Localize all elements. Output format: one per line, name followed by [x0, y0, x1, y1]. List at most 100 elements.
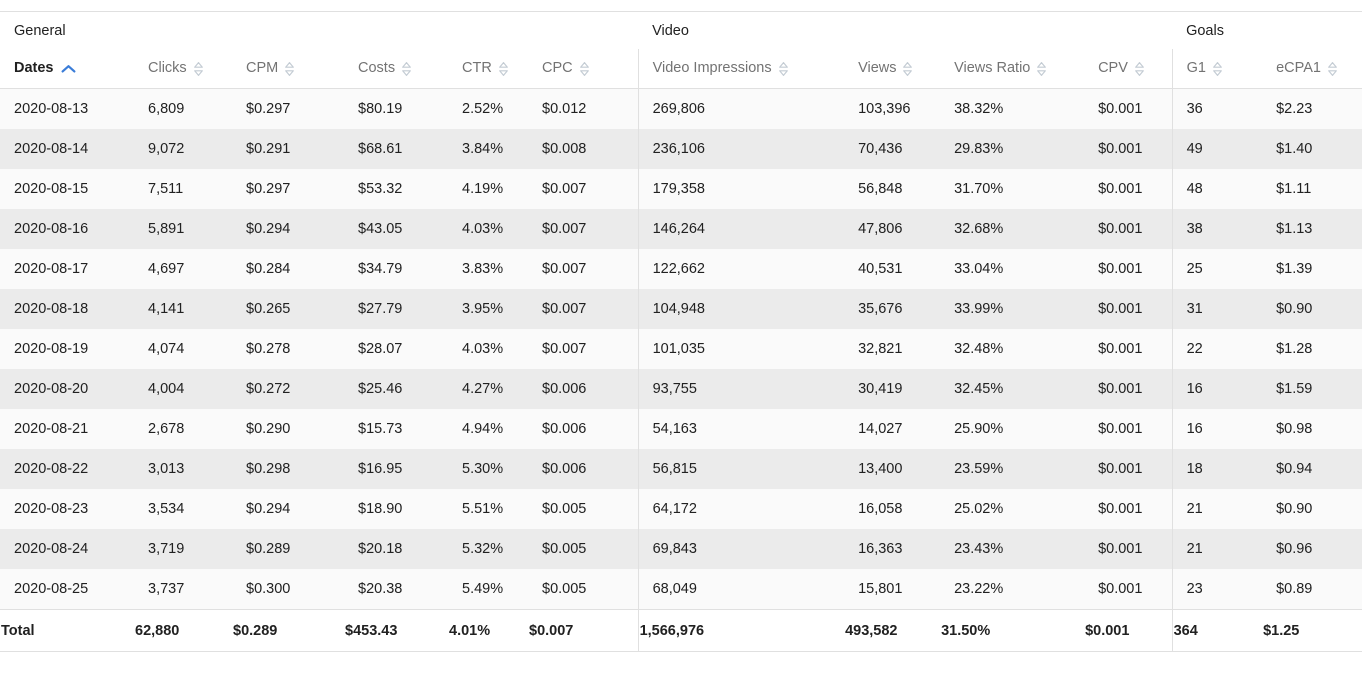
cell-cpm: $0.298 — [232, 449, 344, 489]
cell-ctr: 3.83% — [448, 249, 528, 289]
cell-dates: 2020-08-19 — [0, 329, 134, 369]
cell-clicks: 3,534 — [134, 489, 232, 529]
sort-both-icon[interactable] — [498, 61, 508, 76]
cell-costs: $28.07 — [344, 329, 448, 369]
cell-cpv: $0.001 — [1084, 88, 1173, 129]
sort-both-icon[interactable] — [579, 61, 589, 76]
cell-vimp: 269,806 — [637, 88, 845, 129]
sort-both-icon[interactable] — [285, 61, 295, 76]
cell-ctr: 4.19% — [448, 169, 528, 209]
cell-vimp: 179,358 — [637, 169, 845, 209]
cell-costs: $34.79 — [344, 249, 448, 289]
sort-both-icon[interactable] — [193, 61, 203, 76]
sort-both-icon[interactable] — [1134, 61, 1144, 76]
cell-costs: $16.95 — [344, 449, 448, 489]
cell-costs: $20.38 — [344, 569, 448, 610]
cell-g1: 23 — [1171, 569, 1263, 610]
cell-vratio: 38.32% — [940, 88, 1085, 129]
table-row[interactable]: 2020-08-18 4,141 $0.265 $27.79 3.95% $0.007 10… — [0, 289, 1362, 329]
cell-ecpa1: $1.39 — [1262, 249, 1362, 289]
cell-vimp: 54,163 — [637, 409, 845, 449]
column-header-vratio[interactable]: Views Ratio — [940, 49, 1085, 89]
column-header-row: Dates Clicks CPM Costs CTR CPC Video Impressio… — [0, 49, 1362, 89]
cell-costs: $27.79 — [344, 289, 448, 329]
total-cell-views: 493,582 — [844, 609, 941, 652]
column-header-vimp[interactable]: Video Impressions — [637, 49, 845, 89]
cell-cpv: $0.001 — [1084, 289, 1173, 329]
column-header-g1[interactable]: G1 — [1171, 49, 1263, 89]
table-row[interactable]: 2020-08-23 3,534 $0.294 $18.90 5.51% $0.005 64… — [0, 489, 1362, 529]
table-row[interactable]: 2020-08-16 5,891 $0.294 $43.05 4.03% $0.007 14… — [0, 209, 1362, 249]
cell-ecpa1: $0.89 — [1262, 569, 1362, 610]
cell-cpm: $0.284 — [232, 249, 344, 289]
cell-ecpa1: $0.90 — [1262, 289, 1362, 329]
total-cell-ctr: 4.01% — [448, 609, 528, 652]
column-group-row: General Video Goals — [0, 12, 1362, 49]
total-row: Total 62,880 $0.289 $453.43 4.01% $0.007 1,566… — [0, 609, 1362, 652]
cell-cpm: $0.297 — [232, 88, 344, 129]
cell-cpc: $0.007 — [528, 329, 639, 369]
sort-both-icon[interactable] — [402, 61, 411, 76]
cell-g1: 16 — [1171, 409, 1263, 449]
column-header-views[interactable]: Views — [844, 49, 941, 89]
column-header-ecpa1[interactable]: eCPA1 — [1262, 49, 1362, 89]
cell-views: 15,801 — [844, 569, 941, 610]
column-header-label: CPC — [542, 60, 573, 77]
cell-views: 70,436 — [844, 129, 941, 169]
column-header-dates[interactable]: Dates — [0, 49, 134, 89]
cell-g1: 22 — [1171, 329, 1263, 369]
cell-vratio: 23.43% — [940, 529, 1085, 569]
cell-vimp: 68,049 — [637, 569, 845, 610]
table-row[interactable]: 2020-08-19 4,074 $0.278 $28.07 4.03% $0.007 10… — [0, 329, 1362, 369]
cell-dates: 2020-08-14 — [0, 129, 134, 169]
sort-both-icon[interactable] — [903, 61, 913, 76]
sort-both-icon[interactable] — [1328, 61, 1337, 76]
sort-ascending-icon[interactable] — [61, 64, 76, 74]
column-header-clicks[interactable]: Clicks — [134, 49, 232, 89]
column-header-ctr[interactable]: CTR — [448, 49, 528, 89]
cell-dates: 2020-08-22 — [0, 449, 134, 489]
cell-g1: 31 — [1171, 289, 1263, 329]
cell-cpv: $0.001 — [1084, 369, 1173, 409]
column-header-cpm[interactable]: CPM — [232, 49, 344, 89]
cell-cpv: $0.001 — [1084, 489, 1173, 529]
cell-ctr: 4.27% — [448, 369, 528, 409]
column-header-label: eCPA1 — [1276, 60, 1321, 77]
cell-clicks: 4,697 — [134, 249, 232, 289]
cell-clicks: 7,511 — [134, 169, 232, 209]
cell-cpv: $0.001 — [1084, 209, 1173, 249]
cell-views: 32,821 — [844, 329, 941, 369]
total-cell-ecpa1: $1.25 — [1262, 609, 1362, 652]
table-row[interactable]: 2020-08-24 3,719 $0.289 $20.18 5.32% $0.005 69… — [0, 529, 1362, 569]
column-header-label: Dates — [14, 60, 54, 77]
cell-cpm: $0.265 — [232, 289, 344, 329]
cell-cpm: $0.294 — [232, 489, 344, 529]
column-header-costs[interactable]: Costs — [344, 49, 448, 89]
table-row[interactable]: 2020-08-20 4,004 $0.272 $25.46 4.27% $0.006 93… — [0, 369, 1362, 409]
column-header-cpv[interactable]: CPV — [1084, 49, 1173, 89]
table-row[interactable]: 2020-08-22 3,013 $0.298 $16.95 5.30% $0.006 56… — [0, 449, 1362, 489]
column-header-cpc[interactable]: CPC — [528, 49, 639, 89]
table-row[interactable]: 2020-08-13 6,809 $0.297 $80.19 2.52% $0.012 26… — [0, 88, 1362, 129]
sort-both-icon[interactable] — [778, 61, 788, 76]
table-row[interactable]: 2020-08-14 9,072 $0.291 $68.61 3.84% $0.008 23… — [0, 129, 1362, 169]
table-row[interactable]: 2020-08-17 4,697 $0.284 $34.79 3.83% $0.007 12… — [0, 249, 1362, 289]
cell-cpc: $0.012 — [528, 88, 639, 129]
table-row[interactable]: 2020-08-21 2,678 $0.290 $15.73 4.94% $0.006 54… — [0, 409, 1362, 449]
cell-dates: 2020-08-13 — [0, 88, 134, 129]
sort-both-icon[interactable] — [1037, 61, 1047, 76]
column-header-label: CTR — [462, 60, 492, 77]
column-header-label: CPV — [1098, 60, 1128, 77]
cell-costs: $18.90 — [344, 489, 448, 529]
cell-ecpa1: $0.96 — [1262, 529, 1362, 569]
column-group-general: General — [0, 12, 639, 49]
cell-dates: 2020-08-24 — [0, 529, 134, 569]
cell-views: 16,058 — [844, 489, 941, 529]
table-row[interactable]: 2020-08-15 7,511 $0.297 $53.32 4.19% $0.007 17… — [0, 169, 1362, 209]
cell-clicks: 5,891 — [134, 209, 232, 249]
cell-views: 16,363 — [844, 529, 941, 569]
cell-cpv: $0.001 — [1084, 409, 1173, 449]
table-row[interactable]: 2020-08-25 3,737 $0.300 $20.38 5.49% $0.005 68… — [0, 569, 1362, 610]
cell-ctr: 3.95% — [448, 289, 528, 329]
sort-both-icon[interactable] — [1213, 61, 1222, 76]
